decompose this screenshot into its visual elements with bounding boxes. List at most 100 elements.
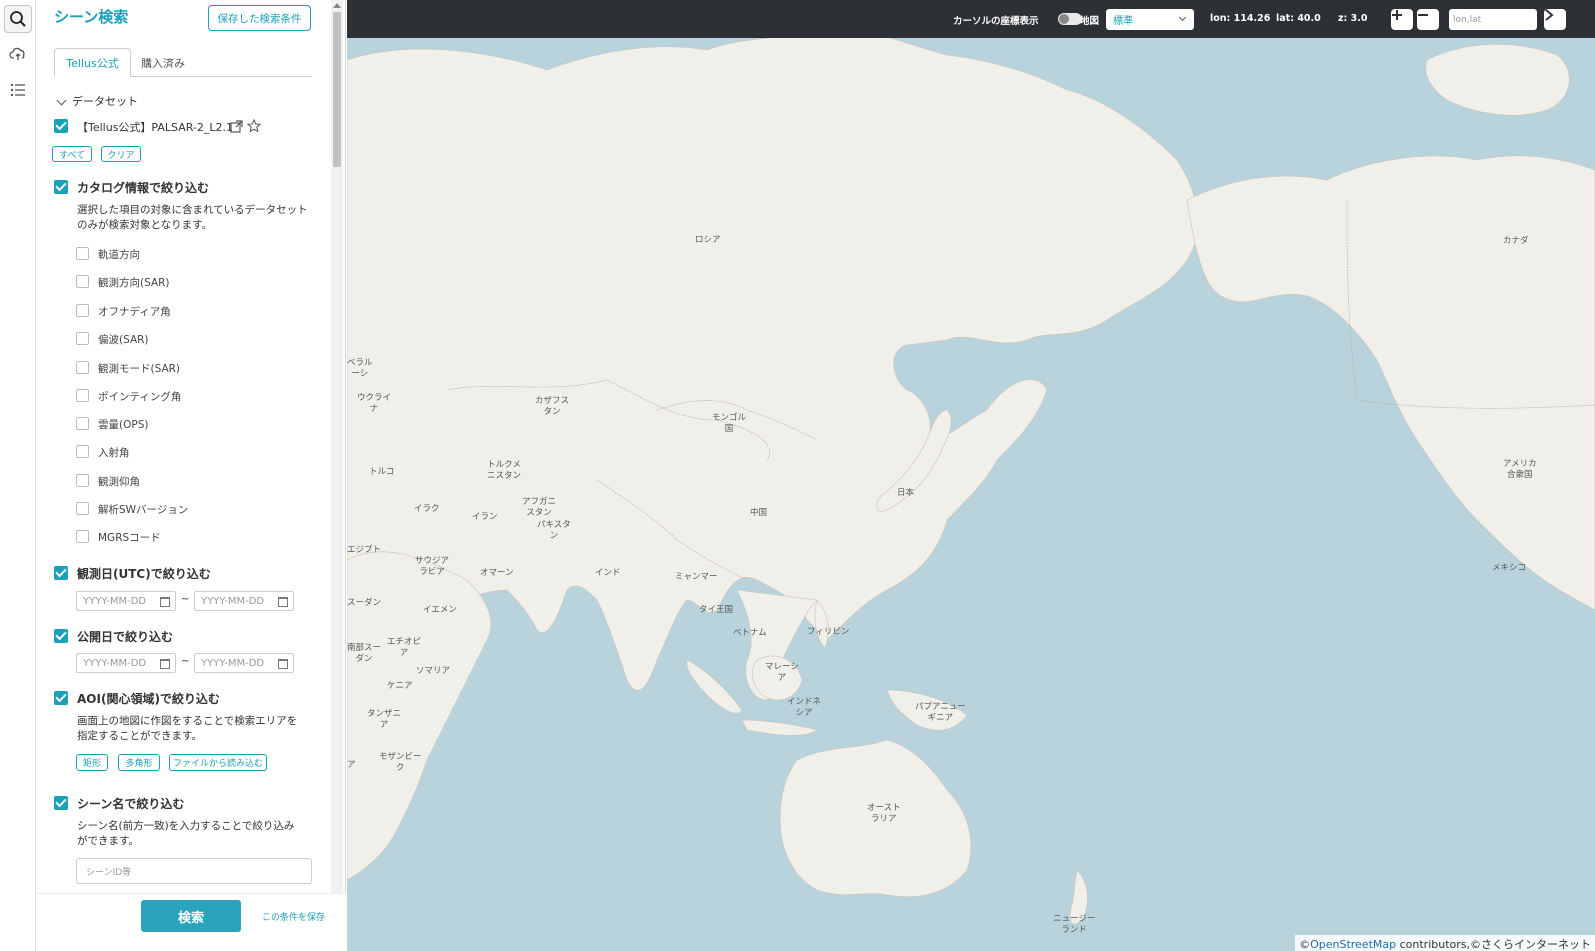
- catalog-item-checkbox[interactable]: [76, 530, 89, 543]
- catalog-item-checkbox[interactable]: [76, 502, 89, 515]
- zoom-readout: z: 3.0: [1338, 13, 1368, 24]
- catalog-item-checkbox[interactable]: [76, 304, 89, 317]
- map-label-country: インドネ シア: [787, 697, 822, 718]
- save-condition-link[interactable]: この条件を保存: [262, 910, 325, 923]
- map-label-country: ア: [347, 760, 356, 770]
- map-basemap: [347, 28, 1595, 925]
- zoom-in-button[interactable]: [1391, 9, 1413, 30]
- map-label-country: パプアニュー ギニア: [915, 702, 966, 723]
- zoom-out-button[interactable]: [1417, 9, 1439, 30]
- openstreetmap-link[interactable]: OpenStreetMap: [1310, 938, 1396, 951]
- saved-search-conditions-button[interactable]: 保存した検索条件: [208, 5, 311, 31]
- catalog-item-checkbox[interactable]: [76, 275, 89, 288]
- plus-icon: [1392, 10, 1402, 20]
- observation-date-checkbox[interactable]: [54, 566, 68, 580]
- map-label-country: ケニア: [387, 681, 413, 691]
- catalog-item-label: オフナディア角: [98, 306, 171, 318]
- dataset-name: 【Tellus公式】PALSAR-2_L2.1: [77, 121, 234, 134]
- external-link-icon[interactable]: [230, 120, 243, 133]
- map-label-country: サウジア ラビア: [415, 556, 450, 577]
- map-label-country: モザンビー ク: [379, 752, 422, 773]
- map-label-country: イラン: [472, 512, 498, 522]
- cloud-upload-icon: [9, 47, 25, 60]
- catalog-item-checkbox[interactable]: [76, 389, 89, 402]
- calendar-icon: [160, 597, 170, 607]
- icon-rail: [0, 0, 36, 951]
- dataset-heading: データセット: [72, 95, 138, 108]
- catalog-item-label: 偏波(SAR): [98, 334, 149, 346]
- dataset-tabs: Tellus公式 購入済み: [54, 48, 312, 77]
- cursor-coords-toggle[interactable]: [1058, 13, 1082, 25]
- clear-button[interactable]: クリア: [101, 146, 141, 162]
- observation-date-to-input[interactable]: YYYY-MM-DD: [194, 591, 294, 611]
- map-label-country: 日本: [897, 488, 915, 498]
- date-range-separator: ~: [181, 656, 190, 667]
- map-label-country: インド: [595, 568, 621, 578]
- publication-date-title: 公開日で絞り込む: [77, 630, 174, 644]
- map-label-country: アフガニ スタン: [522, 497, 557, 518]
- catalog-item-label: 観測仰角: [98, 476, 140, 488]
- load-from-file-button[interactable]: ファイルから読み込む: [169, 754, 267, 771]
- map-label-country: メキシコ: [1492, 563, 1527, 573]
- list-rail-button[interactable]: [4, 76, 32, 104]
- go-to-coordinate-button[interactable]: [1544, 9, 1566, 30]
- lat-readout: lat: 40.0: [1276, 13, 1321, 24]
- catalog-filter-checkbox[interactable]: [54, 180, 68, 194]
- aoi-filter-checkbox[interactable]: [54, 691, 68, 705]
- observation-date-from-input[interactable]: YYYY-MM-DD: [76, 591, 176, 611]
- lon-readout: lon: 114.26: [1210, 13, 1271, 24]
- catalog-item-checkbox[interactable]: [76, 417, 89, 430]
- star-icon[interactable]: [247, 119, 261, 133]
- publication-date-to-input[interactable]: YYYY-MM-DD: [194, 653, 294, 673]
- map-label-country: ロシア: [695, 235, 721, 245]
- catalog-item-checkbox[interactable]: [76, 361, 89, 374]
- catalog-item-checkbox[interactable]: [76, 247, 89, 260]
- chevron-down-icon[interactable]: [56, 95, 67, 106]
- list-icon: [11, 84, 25, 96]
- catalog-filter-title: カタログ情報で絞り込む: [77, 181, 210, 195]
- map-label-country: トルクメ ニスタン: [487, 460, 522, 481]
- search-button[interactable]: 検索: [141, 900, 241, 932]
- land-sumatra: [686, 659, 743, 714]
- map-label-country: エジプト: [347, 545, 382, 555]
- map-label-country: アメリカ 合衆国: [1503, 459, 1537, 480]
- map-label-country: ベラル ーシ: [347, 358, 373, 379]
- catalog-item-checkbox[interactable]: [76, 474, 89, 487]
- catalog-item-label: 軌道方向: [98, 249, 140, 261]
- aoi-filter-description: 画面上の地図に作図をすることで検索エリアを 指定することができます。: [77, 715, 298, 742]
- scene-name-checkbox[interactable]: [54, 796, 68, 810]
- map-toolbar: カーソルの座標表示 地図 標準 lon: 114.26 lat: 40.0 z:…: [347, 0, 1595, 38]
- draw-rectangle-button[interactable]: 矩形: [76, 754, 108, 771]
- dataset-checkbox[interactable]: [54, 119, 68, 133]
- map-view[interactable]: ロシア カナダ カザフス タン モンゴル 国 中国 日本 トルクメ ニスタン ア…: [347, 0, 1595, 951]
- map-style-select[interactable]: 標準: [1106, 9, 1194, 30]
- land-north-america: [1186, 155, 1595, 611]
- search-rail-button[interactable]: [4, 5, 32, 33]
- tab-purchased[interactable]: 購入済み: [132, 48, 194, 77]
- map-label-country: オースト ラリア: [867, 803, 901, 824]
- calendar-icon: [160, 659, 170, 669]
- catalog-item-checkbox[interactable]: [76, 332, 89, 345]
- minus-icon: [1418, 14, 1428, 16]
- publication-date-from-input[interactable]: YYYY-MM-DD: [76, 653, 176, 673]
- cloud-upload-rail-button[interactable]: [4, 40, 32, 68]
- calendar-icon: [278, 597, 288, 607]
- scene-name-input[interactable]: シーンID等: [76, 858, 312, 884]
- map-label-country: スーダン: [347, 598, 382, 608]
- publication-date-checkbox[interactable]: [54, 629, 68, 643]
- panel-scroll-area[interactable]: シーン検索 保存した検索条件 Tellus公式 購入済み データセット 【Tel…: [36, 0, 346, 905]
- draw-polygon-button[interactable]: 多角形: [118, 754, 160, 771]
- map-label-country: エチオピ ア: [387, 637, 422, 658]
- panel-scrollbar[interactable]: [331, 0, 343, 905]
- coordinate-input[interactable]: lon,lat: [1449, 9, 1537, 30]
- scrollbar-thumb[interactable]: [333, 12, 341, 167]
- catalog-item-checkbox[interactable]: [76, 445, 89, 458]
- map-label-country: イエメン: [423, 605, 457, 615]
- catalog-item-label: 観測モード(SAR): [98, 363, 181, 375]
- select-all-button[interactable]: すべて: [52, 146, 92, 162]
- tab-tellus-official[interactable]: Tellus公式: [54, 48, 131, 77]
- catalog-item-label: 入射角: [98, 447, 130, 459]
- map-label-country: ニュージー ランド: [1053, 914, 1096, 935]
- map-label-country: タイ王国: [699, 605, 734, 615]
- scroll-up-arrow-icon[interactable]: [333, 3, 341, 8]
